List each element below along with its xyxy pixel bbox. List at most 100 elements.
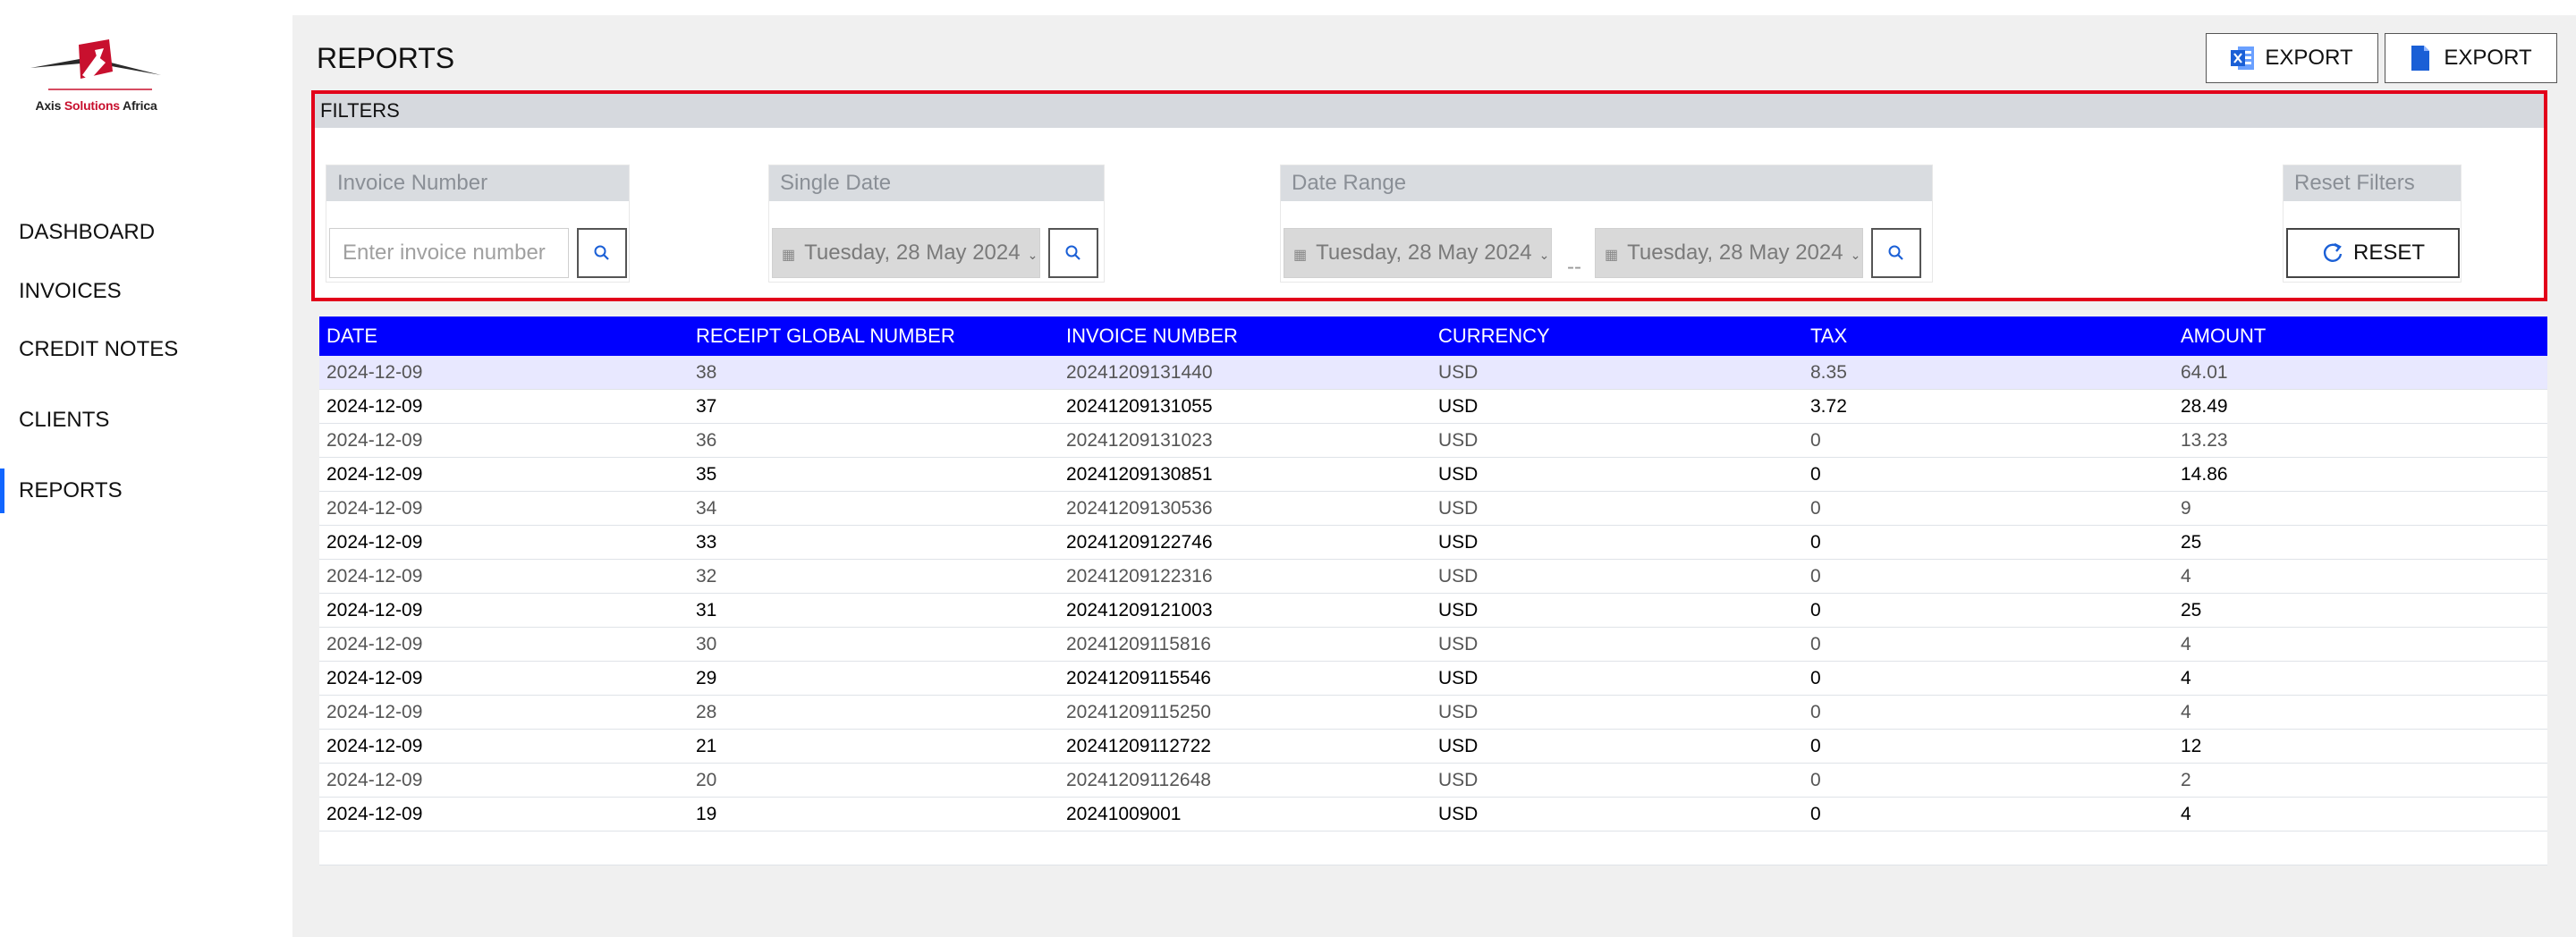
cell-currency: USD [1438,429,1479,451]
cell-date: 2024-12-09 [326,667,423,688]
single-date-value: Tuesday, 28 May 2024 [804,241,1021,265]
cell-currency: USD [1438,769,1479,790]
date-range-search-button[interactable] [1871,228,1921,278]
cell-tax: 8.35 [1810,361,1847,383]
cell-invoice-number: 20241209131055 [1066,395,1213,417]
column-header-date[interactable]: DATE [319,325,689,348]
cell-amount: 4 [2181,803,2191,824]
table-row[interactable]: 2024-12-09 21 20241209112722 USD 0 12 [319,730,2547,764]
column-header-receipt-global-number[interactable]: RECEIPT GLOBAL NUMBER [689,325,1059,348]
cell-date: 2024-12-09 [326,701,423,722]
cell-currency: USD [1438,667,1479,688]
export-excel-label: EXPORT [2265,46,2353,70]
export-pdf-button[interactable]: EXPORT [2385,33,2557,83]
table-row[interactable]: 2024-12-09 35 20241209130851 USD 0 14.86 [319,458,2547,492]
reset-filters-label: Reset Filters [2284,165,2461,201]
cell-invoice-number: 20241209130851 [1066,463,1213,485]
cell-tax: 0 [1810,531,1821,553]
table-row[interactable]: 2024-12-09 20 20241209112648 USD 0 2 [319,764,2547,798]
sidebar: Axis Solutions Africa DASHBOARD INVOICES… [0,0,292,937]
cell-date: 2024-12-09 [326,565,423,587]
cell-receipt-global-number: 20 [696,769,717,790]
invoice-number-input[interactable]: Enter invoice number [329,228,569,278]
search-icon [1065,245,1080,260]
date-range-from-value: Tuesday, 28 May 2024 [1316,241,1532,265]
reset-filters-group: Reset Filters RESET [2283,165,2462,283]
cell-invoice-number: 20241209122746 [1066,531,1213,553]
cell-currency: USD [1438,531,1479,553]
table-row[interactable]: 2024-12-09 19 20241009001 USD 0 4 [319,798,2547,831]
column-header-invoice-number[interactable]: INVOICE NUMBER [1059,325,1431,348]
cell-tax: 0 [1810,565,1821,587]
table-row[interactable]: 2024-12-09 29 20241209115546 USD 0 4 [319,662,2547,696]
cell-tax: 0 [1810,803,1821,824]
date-range-to-picker[interactable]: ▦ Tuesday, 28 May 2024 ⌄ [1595,228,1863,278]
main-content: REPORTS EXPORT EXPORT FILTERS Invoice Nu… [292,15,2576,937]
cell-receipt-global-number: 34 [696,497,717,519]
cell-currency: USD [1438,735,1479,756]
cell-date: 2024-12-09 [326,497,423,519]
cell-tax: 0 [1810,497,1821,519]
cell-date: 2024-12-09 [326,803,423,824]
cell-date: 2024-12-09 [326,361,423,383]
sidebar-item-reports[interactable]: REPORTS [0,468,292,513]
cell-receipt-global-number: 19 [696,803,717,824]
brand-logo[interactable]: Axis Solutions Africa [27,36,170,116]
reports-table: DATE RECEIPT GLOBAL NUMBER INVOICE NUMBE… [319,317,2547,865]
single-date-picker[interactable]: ▦ Tuesday, 28 May 2024 ⌄ [772,228,1040,278]
calendar-icon: ▦ [1293,248,1308,263]
cell-amount: 12 [2181,735,2202,756]
cell-amount: 4 [2181,633,2191,654]
reset-button[interactable]: RESET [2286,228,2460,278]
date-range-label: Date Range [1281,165,1932,201]
cell-invoice-number: 20241209130536 [1066,497,1213,519]
cell-receipt-global-number: 28 [696,701,717,722]
cell-receipt-global-number: 33 [696,531,717,553]
sidebar-item-invoices[interactable]: INVOICES [0,269,292,314]
sidebar-item-clients[interactable]: CLIENTS [0,398,292,443]
export-excel-button[interactable]: EXPORT [2206,33,2378,83]
column-header-amount[interactable]: AMOUNT [2174,325,2547,348]
cell-receipt-global-number: 35 [696,463,717,485]
table-row[interactable]: 2024-12-09 31 20241209121003 USD 0 25 [319,594,2547,628]
search-icon [594,245,609,260]
table-row[interactable]: 2024-12-09 30 20241209115816 USD 0 4 [319,628,2547,662]
cell-amount: 14.86 [2181,463,2228,485]
refresh-icon [2323,242,2343,262]
cell-receipt-global-number: 30 [696,633,717,654]
cell-currency: USD [1438,361,1479,383]
cell-tax: 0 [1810,429,1821,451]
table-row[interactable]: 2024-12-09 32 20241209122316 USD 0 4 [319,560,2547,594]
single-date-search-button[interactable] [1048,228,1098,278]
column-header-tax[interactable]: TAX [1803,325,2174,348]
cell-receipt-global-number: 38 [696,361,717,383]
table-row[interactable]: 2024-12-09 37 20241209131055 USD 3.72 28.49 [319,390,2547,424]
cell-date: 2024-12-09 [326,599,423,620]
column-header-currency[interactable]: CURRENCY [1431,325,1803,348]
table-row[interactable]: 2024-12-09 34 20241209130536 USD 0 9 [319,492,2547,526]
reset-button-label: RESET [2352,241,2425,265]
sidebar-item-credit-notes[interactable]: CREDIT NOTES [0,327,292,372]
chevron-down-icon: ⌄ [1538,248,1550,262]
cell-invoice-number: 20241209115250 [1066,701,1211,722]
cell-amount: 4 [2181,667,2191,688]
page-title: REPORTS [317,42,455,74]
cell-tax: 0 [1810,599,1821,620]
cell-date: 2024-12-09 [326,395,423,417]
table-row[interactable]: 2024-12-09 33 20241209122746 USD 0 25 [319,526,2547,560]
table-row[interactable]: 2024-12-09 28 20241209115250 USD 0 4 [319,696,2547,730]
cell-invoice-number: 20241209115816 [1066,633,1211,654]
table-row[interactable]: 2024-12-09 38 20241209131440 USD 8.35 64.01 [319,356,2547,390]
cell-invoice-number: 20241009001 [1066,803,1182,824]
table-row[interactable]: 2024-12-09 36 20241209131023 USD 0 13.23 [319,424,2547,458]
sidebar-item-dashboard[interactable]: DASHBOARD [0,210,292,255]
cell-receipt-global-number: 31 [696,599,717,620]
cell-currency: USD [1438,565,1479,587]
cell-invoice-number: 20241209112648 [1066,769,1211,790]
cell-amount: 2 [2181,769,2191,790]
invoice-search-button[interactable] [577,228,627,278]
pdf-document-icon [2410,45,2435,72]
date-range-from-picker[interactable]: ▦ Tuesday, 28 May 2024 ⌄ [1284,228,1552,278]
brand-name: Axis Solutions Africa [35,98,157,113]
cell-amount: 25 [2181,599,2202,620]
